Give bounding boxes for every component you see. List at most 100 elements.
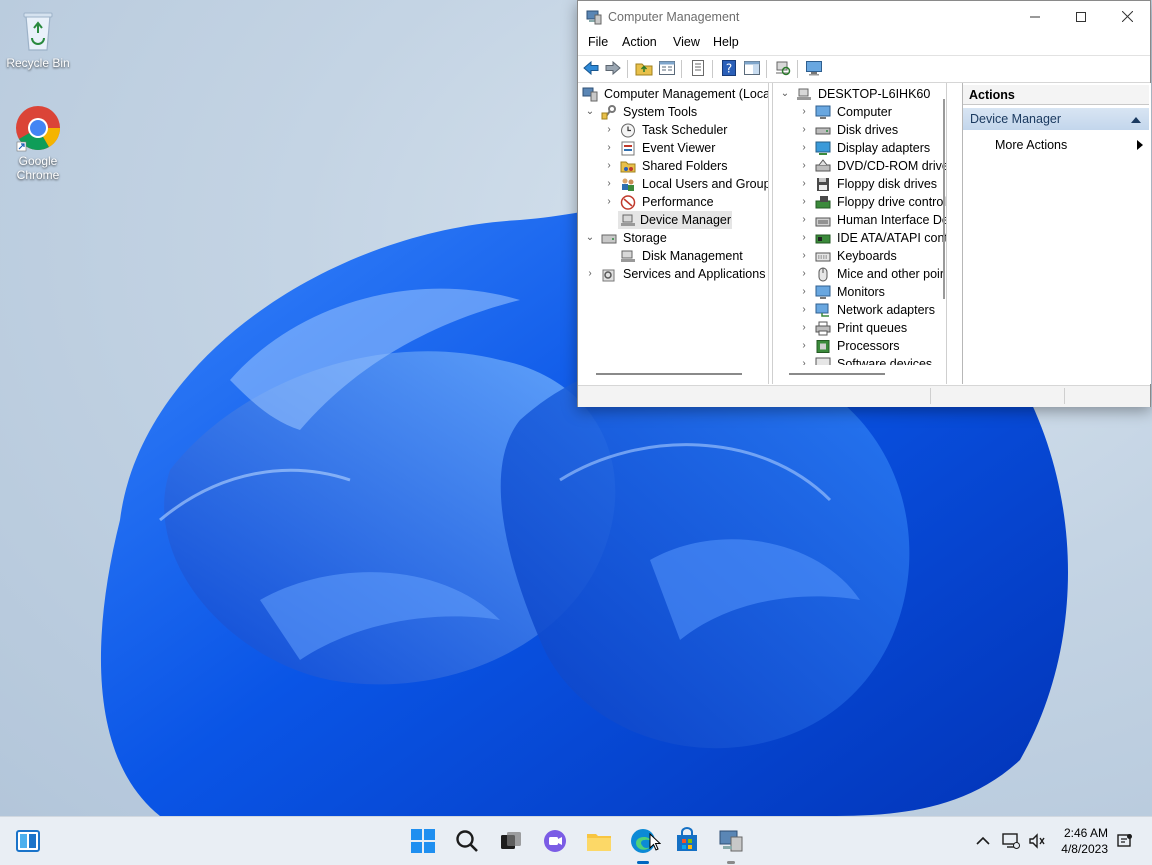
desktop-icon-google-chrome[interactable]: Google Chrome bbox=[1, 104, 75, 182]
tree-item-label: Disk Management bbox=[642, 249, 743, 263]
vertical-scrollbar[interactable] bbox=[943, 99, 945, 299]
horizontal-scrollbar[interactable] bbox=[789, 373, 885, 375]
device-category[interactable]: › Processors bbox=[775, 337, 943, 355]
chevron-right-icon[interactable]: › bbox=[798, 175, 810, 193]
desktop-icon-recycle-bin[interactable]: Recycle Bin bbox=[1, 6, 75, 70]
tree-item-performance[interactable]: › Performance bbox=[580, 193, 766, 211]
device-category[interactable]: › Keyboards bbox=[775, 247, 943, 265]
device-category-label: Floppy drive control bbox=[837, 195, 947, 209]
menu-file[interactable]: File bbox=[588, 35, 608, 49]
dvd-icon bbox=[815, 159, 831, 172]
software-device-icon bbox=[815, 357, 831, 365]
chevron-right-icon[interactable]: › bbox=[798, 157, 810, 175]
chevron-right-icon[interactable]: › bbox=[798, 103, 810, 121]
close-button[interactable] bbox=[1104, 1, 1150, 32]
chevron-right-icon[interactable]: › bbox=[798, 247, 810, 265]
actions-group-device-manager[interactable]: Device Manager bbox=[963, 108, 1149, 130]
tree-item-system-tools[interactable]: ⌄ System Tools bbox=[580, 103, 766, 121]
chevron-right-icon[interactable]: › bbox=[798, 229, 810, 247]
device-category[interactable]: › Software devices bbox=[775, 355, 943, 365]
computer-management-taskbar-icon[interactable] bbox=[717, 827, 745, 855]
chat-icon[interactable] bbox=[541, 827, 569, 855]
title-bar[interactable]: Computer Management bbox=[578, 1, 1150, 32]
chevron-up-icon[interactable] bbox=[976, 836, 990, 846]
device-category[interactable]: › Print queues bbox=[775, 319, 943, 337]
device-category[interactable]: › Network adapters bbox=[775, 301, 943, 319]
tree-item-storage[interactable]: ⌄ Storage bbox=[580, 229, 766, 247]
device-category[interactable]: › Mice and other poir bbox=[775, 265, 944, 283]
chevron-right-icon[interactable]: › bbox=[603, 139, 615, 157]
tree-item-disk-management[interactable]: Disk Management bbox=[580, 247, 766, 265]
menu-view[interactable]: View bbox=[673, 35, 700, 49]
chevron-right-icon[interactable]: › bbox=[798, 139, 810, 157]
svg-text:?: ? bbox=[726, 62, 732, 76]
volume-icon[interactable] bbox=[1028, 832, 1046, 850]
device-category[interactable]: › Floppy drive control bbox=[775, 193, 947, 211]
widgets-icon[interactable] bbox=[14, 827, 42, 855]
clock[interactable]: 2:46 AM 4/8/2023 bbox=[1061, 825, 1108, 857]
minimize-button[interactable] bbox=[1012, 1, 1058, 32]
chevron-right-icon[interactable]: › bbox=[798, 337, 810, 355]
chevron-right-icon[interactable]: › bbox=[584, 265, 596, 283]
clock-date: 4/8/2023 bbox=[1061, 842, 1108, 856]
tree-item-shared-folders[interactable]: › Shared Folders bbox=[580, 157, 766, 175]
chevron-right-icon[interactable]: › bbox=[798, 265, 810, 283]
monitor-properties-icon[interactable] bbox=[805, 59, 823, 77]
device-root[interactable]: ⌄ DESKTOP-L6IHK60 bbox=[775, 85, 943, 103]
maximize-button[interactable] bbox=[1058, 1, 1104, 32]
device-category[interactable]: › Monitors bbox=[775, 283, 943, 301]
notification-icon[interactable] bbox=[1117, 833, 1133, 849]
search-icon[interactable] bbox=[453, 827, 481, 855]
device-category[interactable]: › Floppy disk drives bbox=[775, 175, 943, 193]
menu-help[interactable]: Help bbox=[713, 35, 739, 49]
tree-item-local-users-and-groups[interactable]: › Local Users and Groups bbox=[580, 175, 768, 193]
network-status-icon[interactable] bbox=[1002, 832, 1020, 850]
tree-item-event-viewer[interactable]: › Event Viewer bbox=[580, 139, 766, 157]
tree-item-services-and-applications[interactable]: › Services and Applications bbox=[580, 265, 766, 283]
chevron-right-icon[interactable]: › bbox=[798, 193, 810, 211]
properties-icon[interactable] bbox=[689, 59, 707, 77]
chevron-right-icon[interactable]: › bbox=[603, 175, 615, 193]
task-view-icon[interactable] bbox=[497, 827, 525, 855]
menu-action[interactable]: Action bbox=[622, 35, 657, 49]
up-folder-icon[interactable] bbox=[635, 59, 653, 77]
console-tree-icon[interactable] bbox=[658, 59, 676, 77]
chevron-right-icon[interactable]: › bbox=[798, 211, 810, 229]
event-viewer-icon bbox=[621, 141, 635, 156]
forward-arrow-icon[interactable] bbox=[604, 59, 622, 77]
chevron-down-icon[interactable]: ⌄ bbox=[584, 103, 596, 121]
store-icon[interactable] bbox=[673, 827, 701, 855]
chevron-right-icon[interactable]: › bbox=[603, 193, 615, 211]
more-actions-item[interactable]: More Actions bbox=[963, 135, 1149, 155]
chevron-down-icon[interactable]: ⌄ bbox=[584, 229, 596, 247]
scan-hardware-icon[interactable] bbox=[774, 59, 792, 77]
tree-item-computer-management[interactable]: Computer Management (Local bbox=[580, 85, 768, 103]
tree-item-device-manager[interactable]: Device Manager bbox=[618, 211, 732, 229]
device-category-label: DVD/CD-ROM drive bbox=[837, 159, 947, 173]
chevron-right-icon[interactable]: › bbox=[798, 301, 810, 319]
chevron-right-icon[interactable]: › bbox=[798, 121, 810, 139]
chevron-right-icon[interactable]: › bbox=[603, 157, 615, 175]
chevron-right-icon[interactable]: › bbox=[798, 355, 810, 365]
file-explorer-icon[interactable] bbox=[585, 827, 613, 855]
device-category[interactable]: › Computer bbox=[775, 103, 943, 121]
start-icon[interactable] bbox=[409, 827, 437, 855]
tree-item-label: Device Manager bbox=[640, 213, 732, 227]
clock-time: 2:46 AM bbox=[1063, 826, 1108, 840]
chevron-down-icon[interactable]: ⌄ bbox=[779, 85, 791, 103]
action-pane-icon[interactable] bbox=[743, 59, 761, 77]
chevron-right-icon[interactable]: › bbox=[798, 283, 810, 301]
collapse-arrow-icon[interactable] bbox=[1131, 116, 1141, 124]
tree-item-task-scheduler[interactable]: › Task Scheduler bbox=[580, 121, 766, 139]
device-category[interactable]: › DVD/CD-ROM drive bbox=[775, 157, 946, 175]
device-category[interactable]: › Disk drives bbox=[775, 121, 943, 139]
desktop-icon-label: Google Chrome bbox=[16, 154, 60, 182]
horizontal-scrollbar[interactable] bbox=[596, 373, 742, 375]
device-category[interactable]: › Display adapters bbox=[775, 139, 943, 157]
device-category[interactable]: › Human Interface De bbox=[775, 211, 946, 229]
help-icon[interactable]: ? bbox=[720, 59, 738, 77]
chevron-right-icon[interactable]: › bbox=[798, 319, 810, 337]
device-category[interactable]: › IDE ATA/ATAPI contr bbox=[775, 229, 946, 247]
chevron-right-icon[interactable]: › bbox=[603, 121, 615, 139]
back-arrow-icon[interactable] bbox=[582, 59, 600, 77]
